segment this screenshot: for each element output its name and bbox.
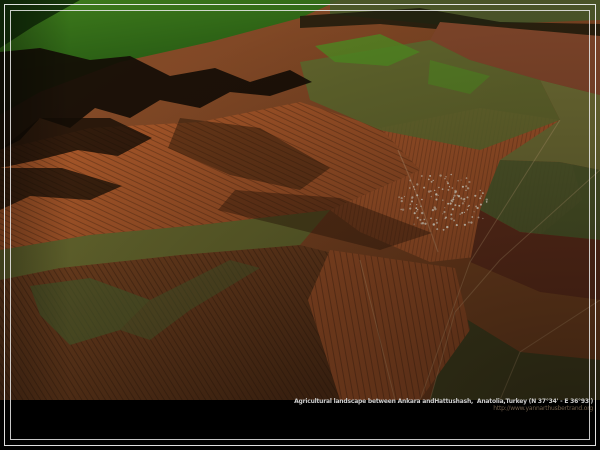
- caption: Agricultural landscape between Ankara an…: [294, 398, 593, 412]
- wallpaper-canvas: Agricultural landscape between Ankara an…: [0, 0, 600, 450]
- aerial-photo: [0, 0, 600, 400]
- caption-title: Agricultural landscape between Ankara an…: [294, 398, 593, 405]
- caption-url: http://www.yannarthusbertrand.org: [294, 405, 593, 412]
- vignette: [0, 0, 600, 400]
